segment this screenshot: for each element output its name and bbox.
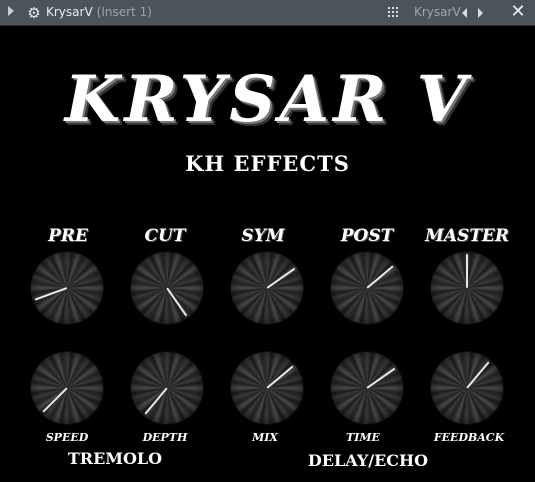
knob-indicator: [466, 254, 468, 288]
knob-indicator: [42, 387, 68, 413]
knob-indicator: [466, 361, 490, 389]
cut-knob[interactable]: [131, 252, 203, 324]
knob-indicator: [266, 267, 296, 289]
close-icon[interactable]: ✕: [508, 2, 528, 22]
post-knob[interactable]: [331, 252, 403, 324]
knob-indicator: [366, 265, 394, 289]
titlebar: ⚙ KrysarV (Insert 1) KrysarV ✕: [0, 0, 535, 26]
sym-knob[interactable]: [231, 252, 303, 324]
time-knob[interactable]: [331, 352, 403, 424]
knob-indicator: [144, 387, 168, 415]
knob-label-post: POST: [340, 226, 394, 246]
feedback-knob[interactable]: [431, 352, 503, 424]
knob-indicator: [366, 367, 396, 389]
knob-label-speed: SPEED: [45, 431, 89, 444]
mix-knob[interactable]: [231, 352, 303, 424]
knob-label-mix: MIX: [252, 431, 278, 444]
knob-label-feedback: FEEDBACK: [433, 431, 505, 444]
depth-knob[interactable]: [131, 352, 203, 424]
next-preset-icon[interactable]: [478, 8, 483, 18]
brand-subtitle: KH EFFECTS: [185, 151, 350, 176]
previous-preset-icon[interactable]: [462, 8, 467, 18]
brand-title: KRYSAR V: [64, 62, 471, 137]
plugin-name: KrysarV: [414, 5, 461, 19]
group-label-delay: DELAY/ECHO: [307, 451, 429, 470]
knob-label-master: MASTER: [424, 226, 510, 246]
window-title-text: KrysarV: [46, 5, 93, 19]
knob-indicator: [266, 365, 294, 389]
group-label-tremolo: TREMOLO: [67, 449, 163, 468]
master-knob[interactable]: [431, 252, 503, 324]
speed-knob[interactable]: [31, 352, 103, 424]
plugin-window: ⚙ KrysarV (Insert 1) KrysarV ✕ KRYSAR V K…: [0, 0, 535, 482]
knob-label-depth: DEPTH: [142, 431, 188, 444]
collapse-arrow-icon[interactable]: [8, 6, 14, 16]
knob-label-time: TIME: [346, 431, 380, 444]
knob-label-sym: SYM: [241, 226, 285, 246]
knob-label-cut: CUT: [144, 226, 186, 246]
gear-icon[interactable]: ⚙: [26, 5, 42, 21]
pre-knob[interactable]: [31, 252, 103, 324]
grid-icon[interactable]: [388, 7, 400, 19]
knob-indicator: [166, 287, 188, 317]
window-subtitle: (Insert 1): [96, 5, 152, 19]
window-title: KrysarV (Insert 1): [46, 5, 152, 19]
knob-indicator: [34, 287, 68, 301]
knob-label-pre: PRE: [48, 226, 88, 246]
